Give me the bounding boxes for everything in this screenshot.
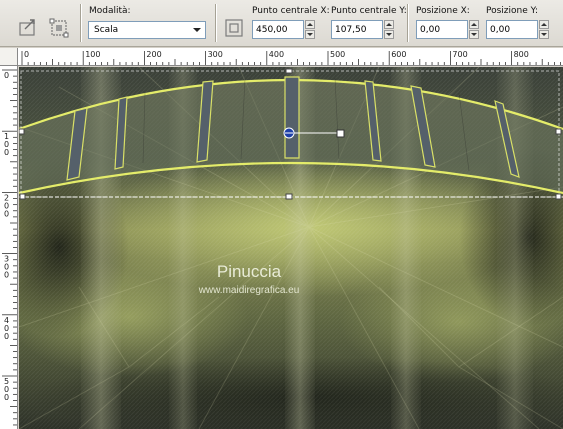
center-x-label: Punto centrale X: bbox=[252, 6, 330, 16]
ruler-tick-label: 300 bbox=[4, 255, 9, 280]
mode-select-value: Scala bbox=[94, 25, 119, 35]
center-target-icon bbox=[225, 19, 243, 37]
pick-tool-button[interactable] bbox=[16, 16, 40, 40]
mode-select[interactable]: Scala bbox=[88, 21, 206, 39]
top-handle[interactable] bbox=[285, 68, 293, 74]
vertical-ruler[interactable]: 0 100 200 300 400 500 bbox=[0, 66, 18, 429]
bottom-right-handle[interactable] bbox=[555, 193, 562, 200]
ruler-tick-label: 600 bbox=[391, 50, 406, 59]
image-canvas[interactable]: Pinuccia www.maidiregrafica.eu bbox=[19, 67, 563, 429]
ruler-tick-label: 800 bbox=[514, 50, 529, 59]
ruler-tick-label: 0 bbox=[24, 50, 29, 59]
tool-options-toolbar: Modalità: Scala Punto centrale X: Punto … bbox=[0, 0, 563, 47]
left-handle[interactable] bbox=[19, 128, 25, 135]
center-y-label: Punto centrale Y: bbox=[331, 6, 407, 16]
deform-tool-button[interactable] bbox=[47, 16, 71, 40]
spin-down-icon[interactable] bbox=[384, 30, 394, 39]
toolbar-separator bbox=[407, 4, 409, 42]
deform-tool-icon bbox=[49, 18, 69, 38]
ruler-tick-label: 200 bbox=[146, 50, 161, 59]
toolbar-separator bbox=[80, 4, 82, 42]
ruler-tick-label: 500 bbox=[4, 377, 9, 402]
ruler-corner bbox=[0, 48, 18, 66]
bottom-left-handle[interactable] bbox=[19, 193, 26, 200]
ruler-tick-label: 500 bbox=[330, 50, 345, 59]
spin-down-icon[interactable] bbox=[469, 30, 479, 39]
center-y-input[interactable] bbox=[331, 20, 383, 39]
vertical-ruler-scale: 0 1 0 0 2 0 0 3 0 0 4 0 0 5 0 0 bbox=[2, 69, 17, 426]
spin-down-icon[interactable] bbox=[539, 30, 549, 39]
chevron-down-icon bbox=[193, 28, 201, 32]
ruler-tick-label: 400 bbox=[269, 50, 284, 59]
watermark-url: www.maidiregrafica.eu bbox=[198, 285, 300, 296]
center-x-input[interactable] bbox=[252, 20, 304, 39]
ruler-tick-label: 0 bbox=[4, 71, 9, 80]
bottom-handle[interactable] bbox=[285, 193, 293, 200]
horizontal-ruler-scale: 0 100 200 300 400 500 600 700 800 bbox=[21, 50, 561, 65]
ruler-tick-label: 100 bbox=[4, 132, 9, 157]
spin-down-icon[interactable] bbox=[305, 30, 315, 39]
spin-up-icon[interactable] bbox=[305, 20, 315, 29]
rotation-handle[interactable] bbox=[336, 129, 345, 138]
ruler-tick-label: 200 bbox=[4, 193, 9, 218]
watermark-title: Pinuccia bbox=[217, 262, 282, 281]
pick-tool-icon bbox=[19, 19, 35, 36]
right-handle[interactable] bbox=[555, 128, 562, 135]
spin-up-icon[interactable] bbox=[384, 20, 394, 29]
ruler-tick-label: 300 bbox=[208, 50, 223, 59]
ruler-tick-label: 400 bbox=[4, 316, 9, 341]
spin-up-icon[interactable] bbox=[539, 20, 549, 29]
position-x-label: Posizione X: bbox=[416, 6, 470, 16]
toolbar-separator bbox=[215, 4, 217, 42]
spin-up-icon[interactable] bbox=[469, 20, 479, 29]
ruler-tick-label: 700 bbox=[452, 50, 467, 59]
reset-center-button[interactable] bbox=[222, 16, 246, 40]
artwork: Pinuccia www.maidiregrafica.eu bbox=[19, 67, 563, 429]
position-y-input[interactable] bbox=[486, 20, 538, 39]
ruler-tick-label: 100 bbox=[85, 50, 100, 59]
position-x-input[interactable] bbox=[416, 20, 468, 39]
horizontal-ruler[interactable]: 0 100 200 300 400 500 600 700 800 bbox=[18, 48, 563, 66]
mode-label: Modalità: bbox=[89, 6, 131, 16]
position-y-label: Posizione Y: bbox=[486, 6, 538, 16]
